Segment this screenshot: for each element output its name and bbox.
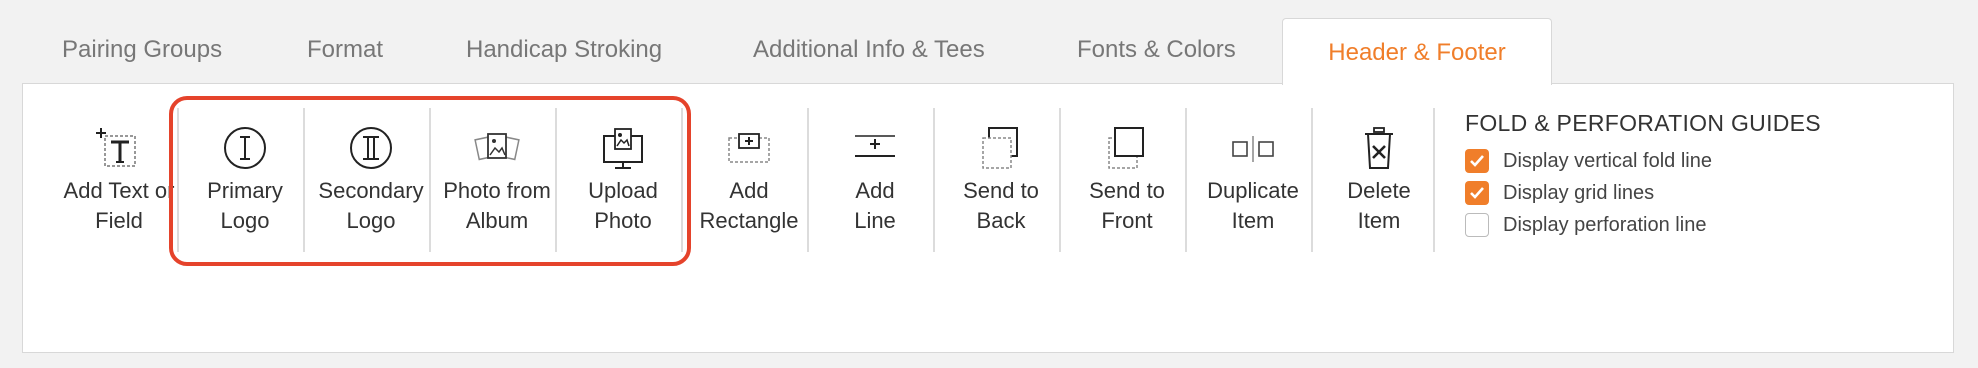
grid-lines-label: Display grid lines xyxy=(1503,181,1655,204)
upload-photo-label: Upload Photo xyxy=(588,178,658,233)
toolbar-divider xyxy=(807,108,809,252)
tab-additional-info-tees[interactable]: Additional Info & Tees xyxy=(753,20,985,84)
toolbar-divider xyxy=(681,108,683,252)
toolbar-divider xyxy=(1059,108,1061,252)
vertical-fold-line-label: Display vertical fold line xyxy=(1503,149,1712,172)
primary-logo-button[interactable]: Primary Logo xyxy=(183,124,307,234)
add-text-or-field-label: Add Text or Field xyxy=(63,178,175,233)
add-line-label: Add Line xyxy=(854,178,896,233)
grid-lines-checkbox[interactable] xyxy=(1465,181,1489,205)
photo-from-album-button[interactable]: Photo from Album xyxy=(435,124,559,234)
checkmark-icon xyxy=(1470,187,1484,199)
vertical-fold-line-option[interactable]: Display vertical fold line xyxy=(1465,145,1925,177)
trash-icon xyxy=(1365,127,1393,169)
duplicate-item-label: Duplicate Item xyxy=(1207,178,1299,233)
perforation-line-label: Display perforation line xyxy=(1503,213,1707,236)
photo-album-icon xyxy=(474,133,520,161)
perforation-line-option[interactable]: Display perforation line xyxy=(1465,209,1925,241)
send-to-front-button[interactable]: Send to Front xyxy=(1065,124,1189,234)
upload-photo-button[interactable]: Upload Photo xyxy=(561,124,685,234)
tab-pairing-groups[interactable]: Pairing Groups xyxy=(62,20,222,84)
primary-logo-label: Primary Logo xyxy=(207,178,283,233)
toolbar-divider xyxy=(1185,108,1187,252)
add-text-or-field-button[interactable]: Add Text or Field xyxy=(57,124,181,234)
secondary-logo-label: Secondary Logo xyxy=(318,178,424,233)
toolbar-divider xyxy=(303,108,305,252)
add-line-icon xyxy=(855,135,895,157)
grid-lines-option[interactable]: Display grid lines xyxy=(1465,177,1925,209)
add-rectangle-label: Add Rectangle xyxy=(699,178,799,233)
fold-perforation-guides: FOLD & PERFORATION GUIDES Display vertic… xyxy=(1465,110,1925,241)
duplicate-icon xyxy=(1232,136,1274,162)
toolbar-divider xyxy=(429,108,431,252)
delete-item-button[interactable]: Delete Item xyxy=(1317,124,1441,234)
perforation-line-checkbox[interactable] xyxy=(1465,213,1489,237)
tab-bar: Pairing Groups Format Handicap Stroking … xyxy=(0,0,1978,85)
photo-from-album-label: Photo from Album xyxy=(443,178,551,233)
send-to-back-icon xyxy=(982,127,1018,169)
add-text-icon xyxy=(96,128,136,167)
tab-fonts-colors[interactable]: Fonts & Colors xyxy=(1077,20,1236,84)
header-footer-panel: Add Text or Field Primary Logo Secondary… xyxy=(22,83,1954,353)
add-line-button[interactable]: Add Line xyxy=(813,124,937,234)
toolbar-divider xyxy=(1433,108,1435,252)
tab-header-footer[interactable]: Header & Footer xyxy=(1282,18,1552,85)
tab-handicap-stroking[interactable]: Handicap Stroking xyxy=(466,20,662,84)
secondary-logo-icon xyxy=(350,127,392,169)
tab-format[interactable]: Format xyxy=(307,20,383,84)
toolbar-divider xyxy=(1311,108,1313,252)
toolbar-divider xyxy=(555,108,557,252)
toolbar-divider xyxy=(933,108,935,252)
send-to-front-label: Send to Front xyxy=(1089,178,1165,233)
add-rectangle-icon xyxy=(728,133,770,163)
guides-title: FOLD & PERFORATION GUIDES xyxy=(1465,110,1821,136)
primary-logo-icon xyxy=(224,127,266,169)
vertical-fold-line-checkbox[interactable] xyxy=(1465,149,1489,173)
duplicate-item-button[interactable]: Duplicate Item xyxy=(1191,124,1315,234)
checkmark-icon xyxy=(1470,155,1484,167)
upload-photo-icon xyxy=(603,128,643,169)
send-to-back-label: Send to Back xyxy=(963,178,1039,233)
send-to-back-button[interactable]: Send to Back xyxy=(939,124,1063,234)
send-to-front-icon xyxy=(1108,127,1144,169)
secondary-logo-button[interactable]: Secondary Logo xyxy=(309,124,433,234)
delete-item-label: Delete Item xyxy=(1347,178,1411,233)
add-rectangle-button[interactable]: Add Rectangle xyxy=(687,124,811,234)
toolbar-divider xyxy=(177,108,179,252)
